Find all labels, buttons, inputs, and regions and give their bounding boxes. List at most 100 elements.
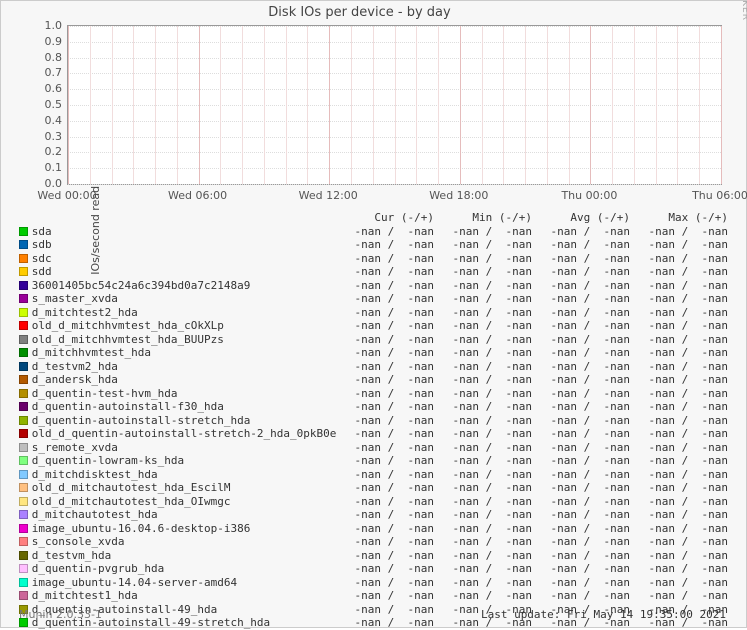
legend-item: d_testvm2_hda -nan / -nan -nan / -nan -n… — [19, 360, 728, 374]
legend-item: d_quentin-pvgrub_hda -nan / -nan -nan / … — [19, 562, 728, 576]
legend-swatch — [19, 443, 28, 452]
legend-swatch — [19, 497, 28, 506]
legend-item: d_quentin-test-hvm_hda -nan / -nan -nan … — [19, 387, 728, 401]
legend: Cur (-/+)Min (-/+)Avg (-/+)Max (-/+)sda … — [19, 211, 728, 630]
legend-label: d_mitchtest2_hda — [32, 306, 336, 320]
legend-swatch — [19, 470, 28, 479]
legend-swatch — [19, 537, 28, 546]
legend-label: d_andersk_hda — [32, 373, 336, 387]
y-tick: 0.2 — [22, 145, 62, 158]
watermark: RRDTOOL / TOBI OETIKER — [740, 0, 747, 21]
legend-swatch — [19, 294, 28, 303]
legend-item: d_testvm_hda -nan / -nan -nan / -nan -na… — [19, 549, 728, 563]
y-tick: 0.8 — [22, 51, 62, 64]
legend-swatch — [19, 240, 28, 249]
legend-swatch — [19, 308, 28, 317]
legend-swatch — [19, 227, 28, 236]
x-tick: Wed 00:00 — [37, 189, 96, 202]
legend-swatch — [19, 335, 28, 344]
chart-title: Disk IOs per device - by day — [1, 5, 718, 20]
legend-item: d_mitchtest1_hda -nan / -nan -nan / -nan… — [19, 589, 728, 603]
legend-item: sdd -nan / -nan -nan / -nan -nan / -nan … — [19, 265, 728, 279]
legend-label: old_d_mitchhvmtest_hda_BUUPzs — [32, 333, 336, 347]
legend-label: d_mitchdisktest_hda — [32, 468, 336, 482]
legend-item: s_master_xvda -nan / -nan -nan / -nan -n… — [19, 292, 728, 306]
legend-item: d_quentin-autoinstall-f30_hda -nan / -na… — [19, 400, 728, 414]
legend-item: old_d_mitchhvmtest_hda_BUUPzs -nan / -na… — [19, 333, 728, 347]
legend-label: d_testvm2_hda — [32, 360, 336, 374]
legend-swatch — [19, 348, 28, 357]
legend-label: d_testvm_hda — [32, 549, 336, 563]
legend-label: s_master_xvda — [32, 292, 336, 306]
legend-item: d_andersk_hda -nan / -nan -nan / -nan -n… — [19, 373, 728, 387]
legend-swatch — [19, 321, 28, 330]
legend-swatch — [19, 429, 28, 438]
legend-label: sdd — [32, 265, 336, 279]
x-tick: Wed 18:00 — [429, 189, 488, 202]
legend-label: old_d_mitchautotest_hda_OIwmgc — [32, 495, 336, 509]
legend-label: old_d_quentin-autoinstall-stretch-2_hda_… — [32, 427, 336, 441]
legend-label: d_quentin-test-hvm_hda — [32, 387, 336, 401]
y-tick: 0.9 — [22, 35, 62, 48]
legend-swatch — [19, 267, 28, 276]
legend-item: sdb -nan / -nan -nan / -nan -nan / -nan … — [19, 238, 728, 252]
legend-label: old_d_mitchautotest_hda_EscilM — [32, 481, 336, 495]
footer-last-update: Last update: Fri May 14 19:35:00 2021 — [481, 608, 726, 621]
y-tick: 0.7 — [22, 66, 62, 79]
y-tick: 0.5 — [22, 98, 62, 111]
legend-label: d_quentin-lowram-ks_hda — [32, 454, 336, 468]
y-tick: 1.0 — [22, 19, 62, 32]
legend-label: image_ubuntu-16.04.6-desktop-i386 — [32, 522, 336, 536]
legend-label: d_quentin-autoinstall-f30_hda — [32, 400, 336, 414]
legend-label: image_ubuntu-14.04-server-amd64 — [32, 576, 336, 590]
legend-item: s_console_xvda -nan / -nan -nan / -nan -… — [19, 535, 728, 549]
legend-swatch — [19, 281, 28, 290]
x-tick: Thu 06:00 — [692, 189, 747, 202]
x-tick: Thu 00:00 — [561, 189, 617, 202]
legend-swatch — [19, 375, 28, 384]
legend-label: sdc — [32, 252, 336, 266]
legend-swatch — [19, 564, 28, 573]
legend-label: d_mitchautotest_hda — [32, 508, 336, 522]
legend-label: 36001405bc54c24a6c394bd0a7c2148a9 — [32, 279, 336, 293]
legend-item: image_ubuntu-14.04-server-amd64 -nan / -… — [19, 576, 728, 590]
legend-item: old_d_mitchautotest_hda_EscilM -nan / -n… — [19, 481, 728, 495]
legend-item: old_d_mitchautotest_hda_OIwmgc -nan / -n… — [19, 495, 728, 509]
legend-label: s_remote_xvda — [32, 441, 336, 455]
legend-item: d_quentin-autoinstall-stretch_hda -nan /… — [19, 414, 728, 428]
legend-label: sdb — [32, 238, 336, 252]
legend-label: d_mitchhvmtest_hda — [32, 346, 336, 360]
plot-area — [67, 25, 722, 185]
chart-container: Disk IOs per device - by day IOs/second … — [0, 0, 747, 628]
legend-label: d_mitchtest1_hda — [32, 589, 336, 603]
legend-item: old_d_quentin-autoinstall-stretch-2_hda_… — [19, 427, 728, 441]
legend-item: d_mitchhvmtest_hda -nan / -nan -nan / -n… — [19, 346, 728, 360]
legend-label: d_quentin-autoinstall-stretch_hda — [32, 414, 336, 428]
legend-swatch — [19, 591, 28, 600]
legend-swatch — [19, 254, 28, 263]
legend-item: d_mitchautotest_hda -nan / -nan -nan / -… — [19, 508, 728, 522]
legend-swatch — [19, 483, 28, 492]
legend-item: d_quentin-lowram-ks_hda -nan / -nan -nan… — [19, 454, 728, 468]
legend-swatch — [19, 578, 28, 587]
legend-item: d_mitchtest2_hda -nan / -nan -nan / -nan… — [19, 306, 728, 320]
legend-swatch — [19, 389, 28, 398]
legend-swatch — [19, 416, 28, 425]
legend-label: old_d_mitchhvmtest_hda_cOkXLp — [32, 319, 336, 333]
legend-swatch — [19, 524, 28, 533]
legend-item: 36001405bc54c24a6c394bd0a7c2148a9 -nan /… — [19, 279, 728, 293]
legend-label: d_quentin-pvgrub_hda — [32, 562, 336, 576]
legend-swatch — [19, 456, 28, 465]
legend-item: old_d_mitchhvmtest_hda_cOkXLp -nan / -na… — [19, 319, 728, 333]
legend-item: s_remote_xvda -nan / -nan -nan / -nan -n… — [19, 441, 728, 455]
legend-item: d_mitchdisktest_hda -nan / -nan -nan / -… — [19, 468, 728, 482]
y-tick: 0.4 — [22, 114, 62, 127]
legend-item: sdc -nan / -nan -nan / -nan -nan / -nan … — [19, 252, 728, 266]
y-tick: 0.6 — [22, 82, 62, 95]
legend-label: sda — [32, 225, 336, 239]
legend-swatch — [19, 402, 28, 411]
legend-swatch — [19, 510, 28, 519]
legend-item: sda -nan / -nan -nan / -nan -nan / -nan … — [19, 225, 728, 239]
x-tick: Wed 12:00 — [299, 189, 358, 202]
legend-swatch — [19, 362, 28, 371]
